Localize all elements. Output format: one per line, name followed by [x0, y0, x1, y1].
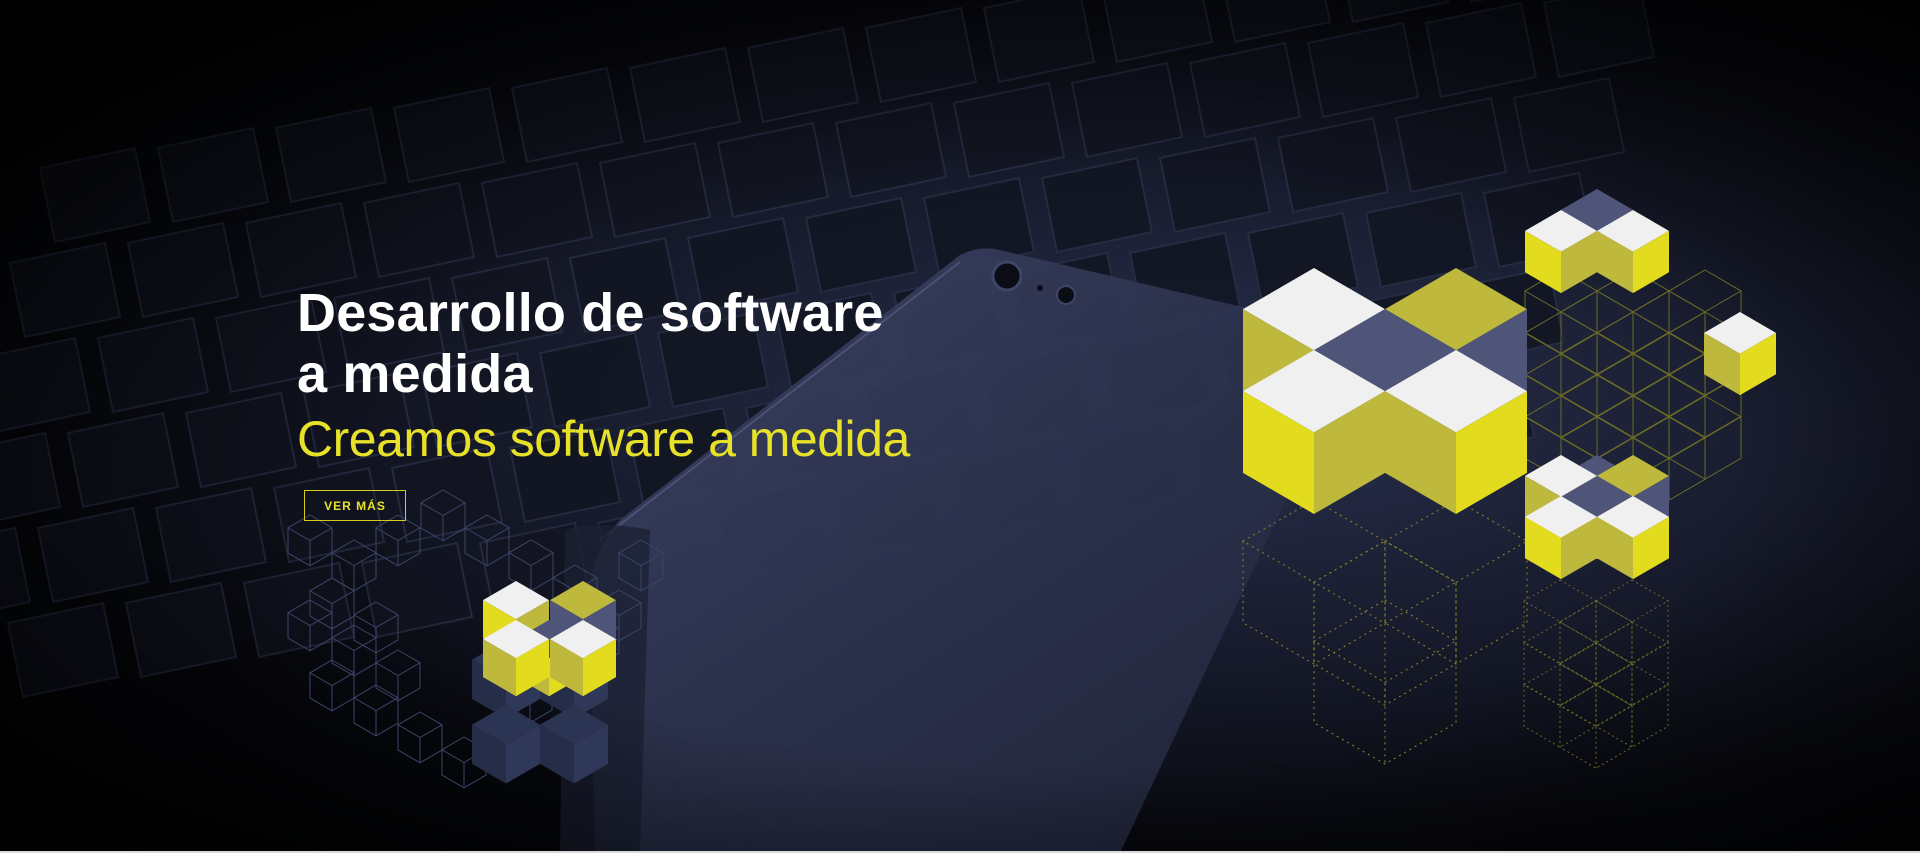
hero-section: Desarrollo de software a medida Creamos … — [0, 0, 1920, 853]
hero-title: Desarrollo de software a medida — [297, 283, 1017, 405]
hero-subtitle: Creamos software a medida — [297, 411, 910, 467]
hero-title-line-1: Desarrollo de software — [297, 283, 884, 343]
hero-text-block: Desarrollo de software a medida Creamos … — [297, 283, 1017, 469]
hero-title-line-2: a medida — [297, 344, 533, 404]
ver-mas-button[interactable]: VER MÁS — [304, 490, 406, 521]
